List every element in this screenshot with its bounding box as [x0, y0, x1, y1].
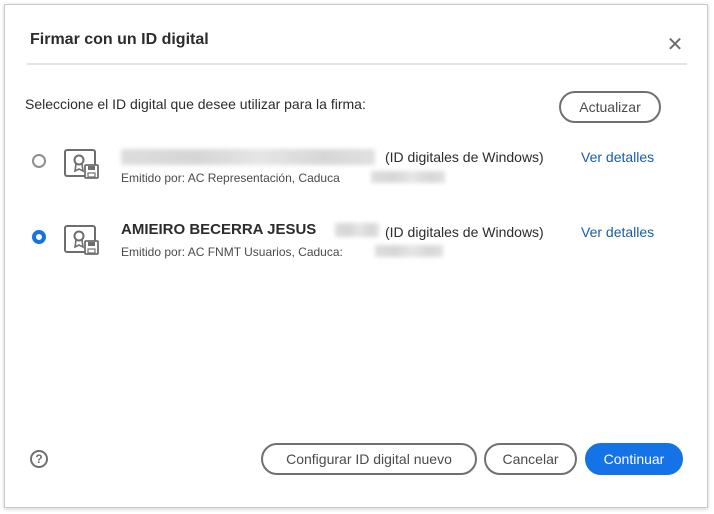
id-issuer-2: Emitido por: AC FNMT Usuarios, Caduca: [121, 245, 343, 259]
id-radio-2[interactable] [32, 230, 46, 244]
certificate-icon [64, 149, 99, 179]
refresh-button[interactable]: Actualizar [559, 91, 661, 123]
certificate-icon [64, 225, 99, 255]
redacted-id-name [121, 149, 375, 165]
view-details-link-1[interactable]: Ver detalles [581, 149, 654, 165]
id-type-1: (ID digitales de Windows) [385, 149, 544, 165]
id-radio-1[interactable] [32, 154, 46, 168]
dialog-title: Firmar con un ID digital [30, 31, 209, 48]
close-icon[interactable]: ✕ [665, 35, 685, 55]
help-icon[interactable]: ? [30, 450, 48, 468]
title-divider [27, 63, 687, 65]
id-name-2: AMIEIRO BECERRA JESUS [121, 221, 317, 238]
sign-with-digital-id-dialog: Firmar con un ID digital ✕ Seleccione el… [4, 4, 708, 508]
redacted-id-name-suffix [335, 223, 379, 237]
configure-new-digital-id-button[interactable]: Configurar ID digital nuevo [261, 443, 477, 475]
cancel-button[interactable]: Cancelar [484, 443, 577, 475]
redacted-expiry [375, 245, 443, 257]
redacted-expiry [371, 171, 445, 183]
id-type-2: (ID digitales de Windows) [385, 224, 544, 240]
prompt-text: Seleccione el ID digital que desee utili… [25, 96, 366, 112]
view-details-link-2[interactable]: Ver detalles [581, 224, 654, 240]
id-issuer-1: Emitido por: AC Representación, Caduca [121, 171, 340, 185]
continue-button[interactable]: Continuar [585, 443, 683, 475]
